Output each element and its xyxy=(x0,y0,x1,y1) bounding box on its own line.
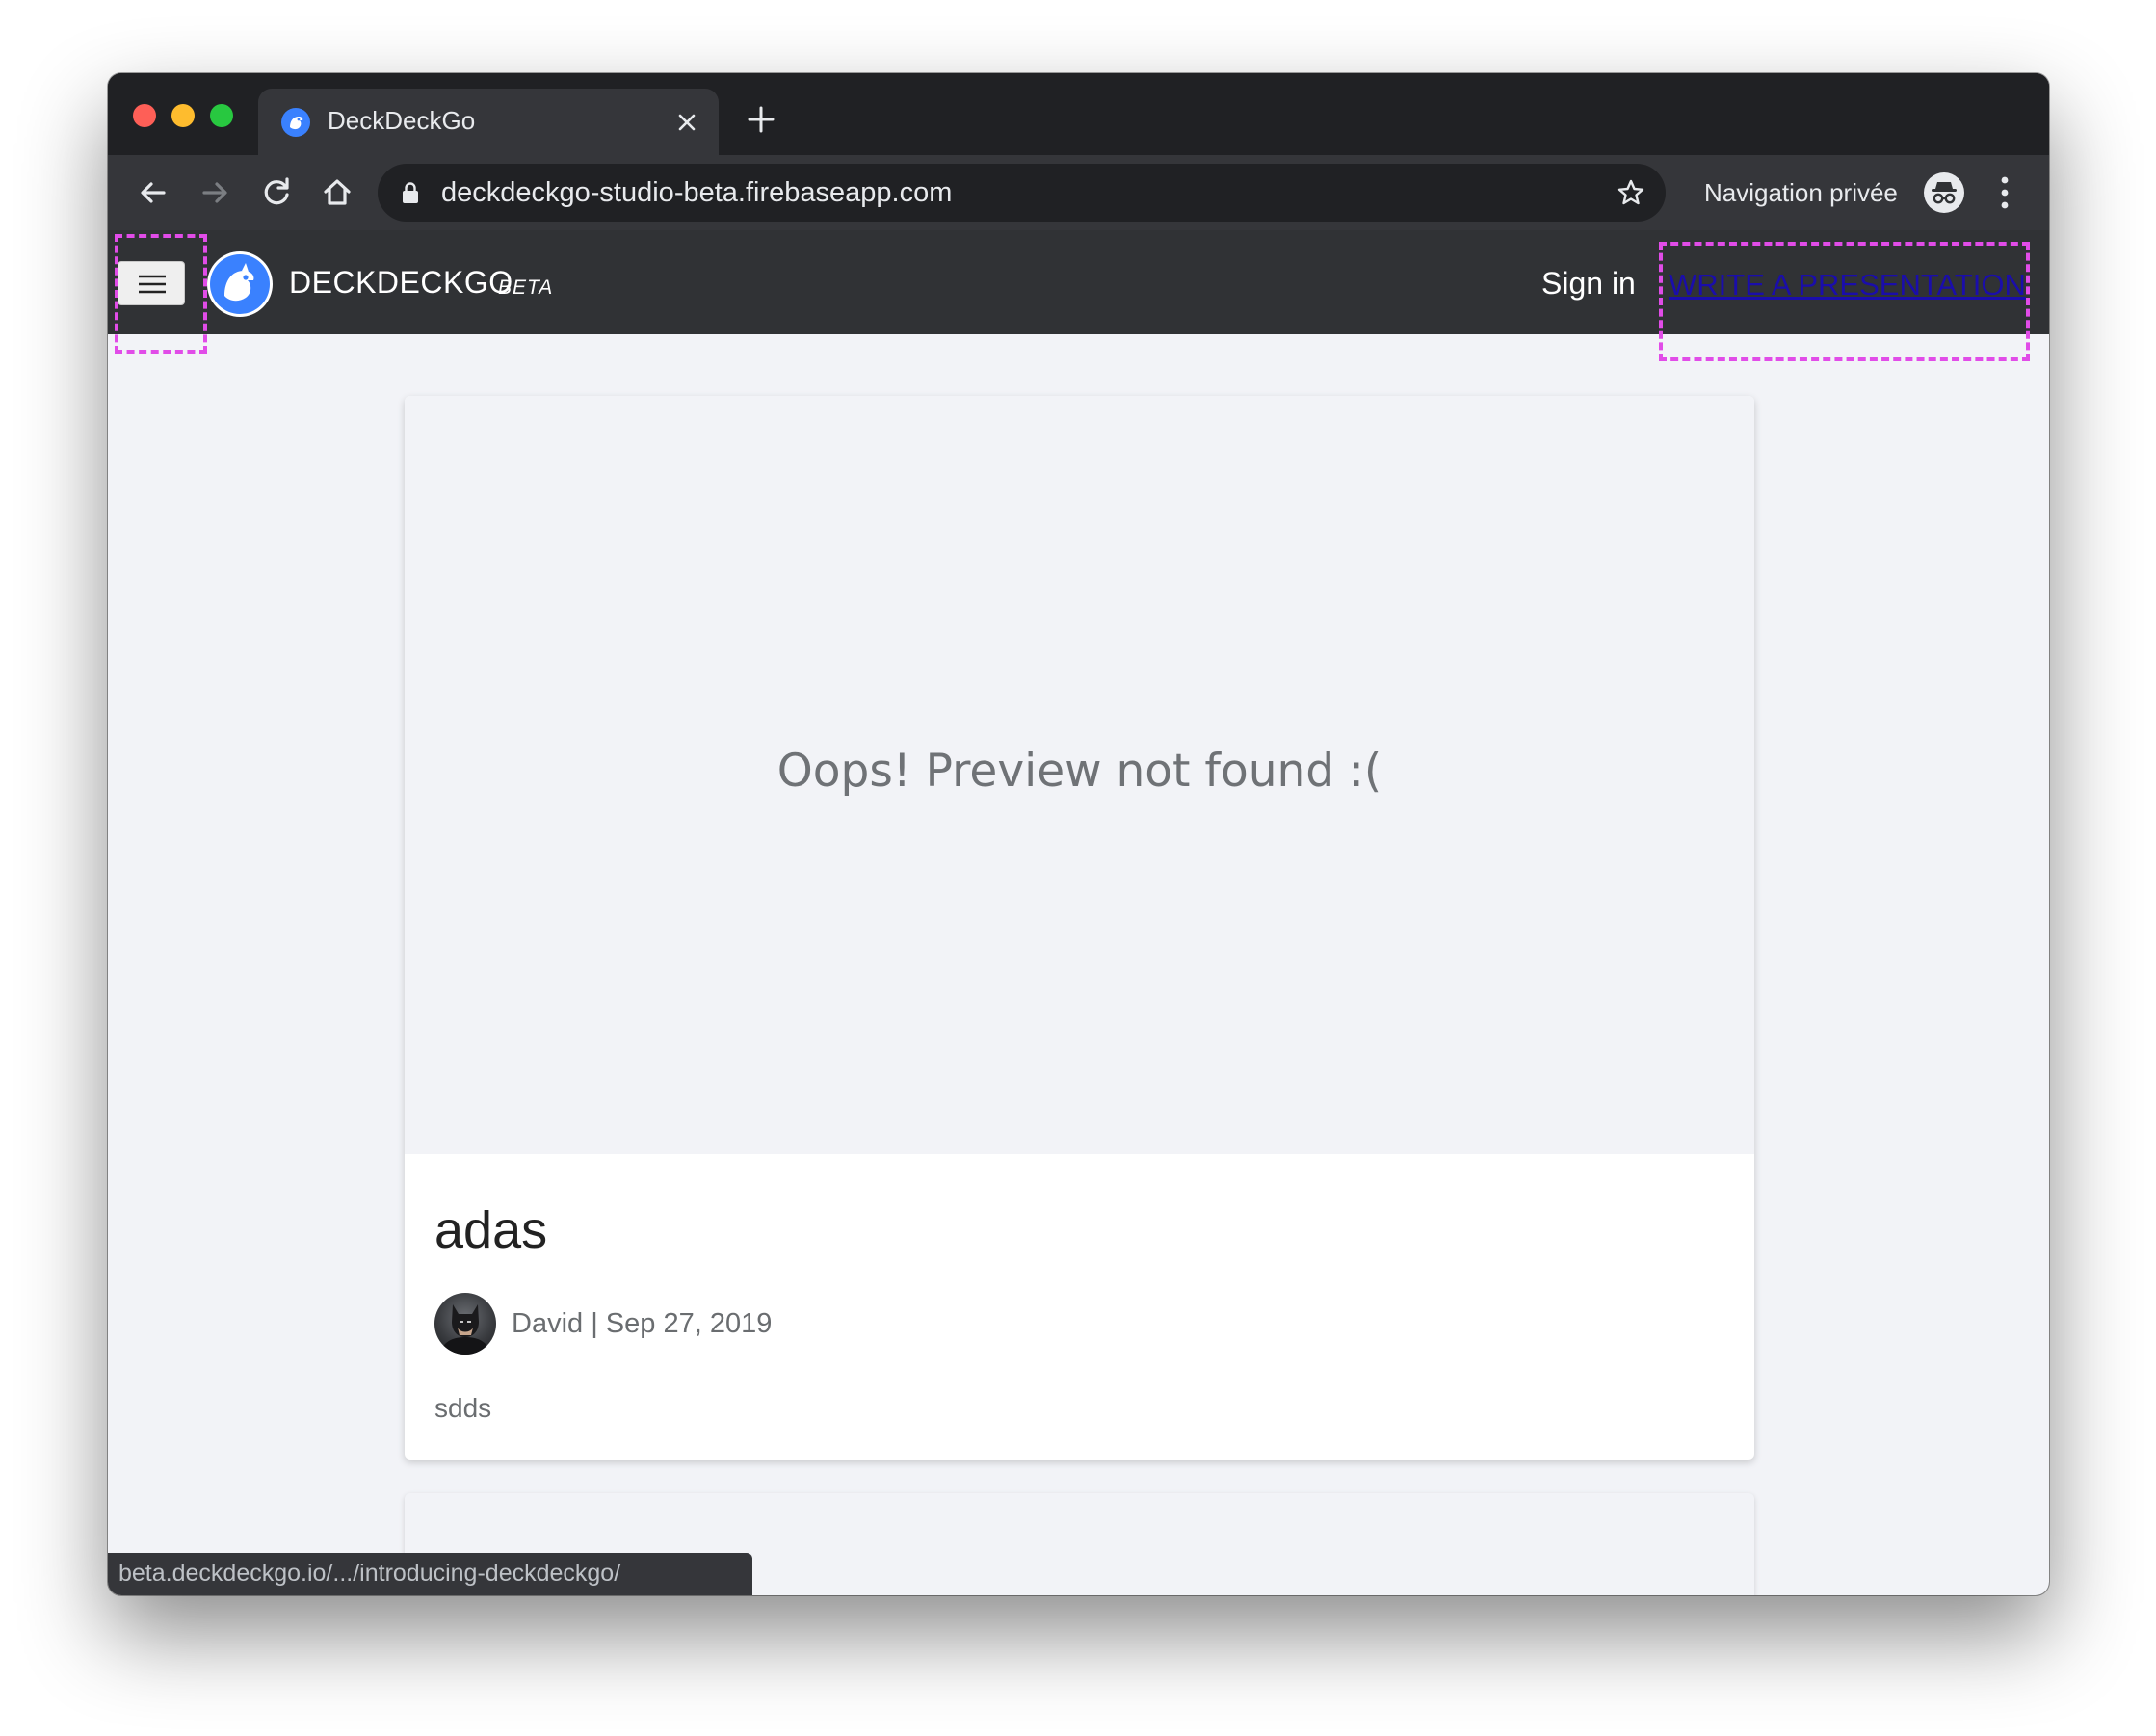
deck-card[interactable]: Oops! Preview not found :( adas David | … xyxy=(405,396,1754,1460)
link-status-bubble: beta.deckdeckgo.io/.../introducing-deckd… xyxy=(108,1553,752,1595)
forward-arrow-icon[interactable] xyxy=(195,172,235,213)
deckdeckgo-favicon-icon xyxy=(281,108,310,137)
beta-badge: BETA xyxy=(498,276,554,299)
new-tab-icon[interactable] xyxy=(746,104,776,135)
minimize-window-button[interactable] xyxy=(171,104,195,127)
url-text[interactable]: deckdeckgo-studio-beta.firebaseapp.com xyxy=(441,177,952,209)
app-header: DECKDECKGO BETA Sign in WRITE A PRESENTA… xyxy=(108,230,2049,361)
write-highlight-outline xyxy=(1659,242,2030,361)
deckdeckgo-logo[interactable] xyxy=(207,251,273,317)
menu-highlight-outline xyxy=(115,234,207,354)
web-page: DECKDECKGO BETA Sign in WRITE A PRESENTA… xyxy=(108,230,2049,1595)
sign-in-link[interactable]: Sign in xyxy=(1541,266,1636,302)
tab-deckdeckgo[interactable]: DeckDeckGo xyxy=(258,89,719,155)
app-name[interactable]: DECKDECKGO xyxy=(289,265,513,301)
lock-icon[interactable] xyxy=(401,181,420,204)
address-bar[interactable]: deckdeckgo-studio-beta.firebaseapp.com xyxy=(378,164,1666,222)
dragon-logo-icon xyxy=(210,254,270,314)
close-window-button[interactable] xyxy=(133,104,156,127)
author-and-date: David | Sep 27, 2019 xyxy=(512,1308,773,1339)
tab-title: DeckDeckGo xyxy=(328,106,476,135)
author-avatar-icon xyxy=(440,1304,490,1355)
avatar xyxy=(434,1293,496,1355)
close-tab-icon[interactable] xyxy=(672,108,701,137)
deck-preview[interactable]: Oops! Preview not found :( xyxy=(405,396,1754,1154)
bookmark-star-icon[interactable] xyxy=(1616,177,1646,208)
reload-icon[interactable] xyxy=(256,172,297,213)
incognito-icon[interactable] xyxy=(1924,172,1964,213)
tab-strip: DeckDeckGo xyxy=(108,73,2049,155)
maximize-window-button[interactable] xyxy=(210,104,233,127)
deck-title[interactable]: adas xyxy=(434,1200,547,1260)
preview-not-found-message: Oops! Preview not found :( xyxy=(776,745,1382,798)
incognito-label[interactable]: Navigation privée xyxy=(1704,178,1898,208)
deck-description: sdds xyxy=(434,1393,492,1423)
browser-toolbar: deckdeckgo-studio-beta.firebaseapp.com N… xyxy=(108,155,2049,230)
home-icon[interactable] xyxy=(317,172,357,213)
browser-menu-icon[interactable] xyxy=(1999,174,2011,211)
browser-window: DeckDeckGo deckdeckgo-studio-beta.fireba… xyxy=(108,73,2049,1595)
back-arrow-icon[interactable] xyxy=(133,172,173,213)
